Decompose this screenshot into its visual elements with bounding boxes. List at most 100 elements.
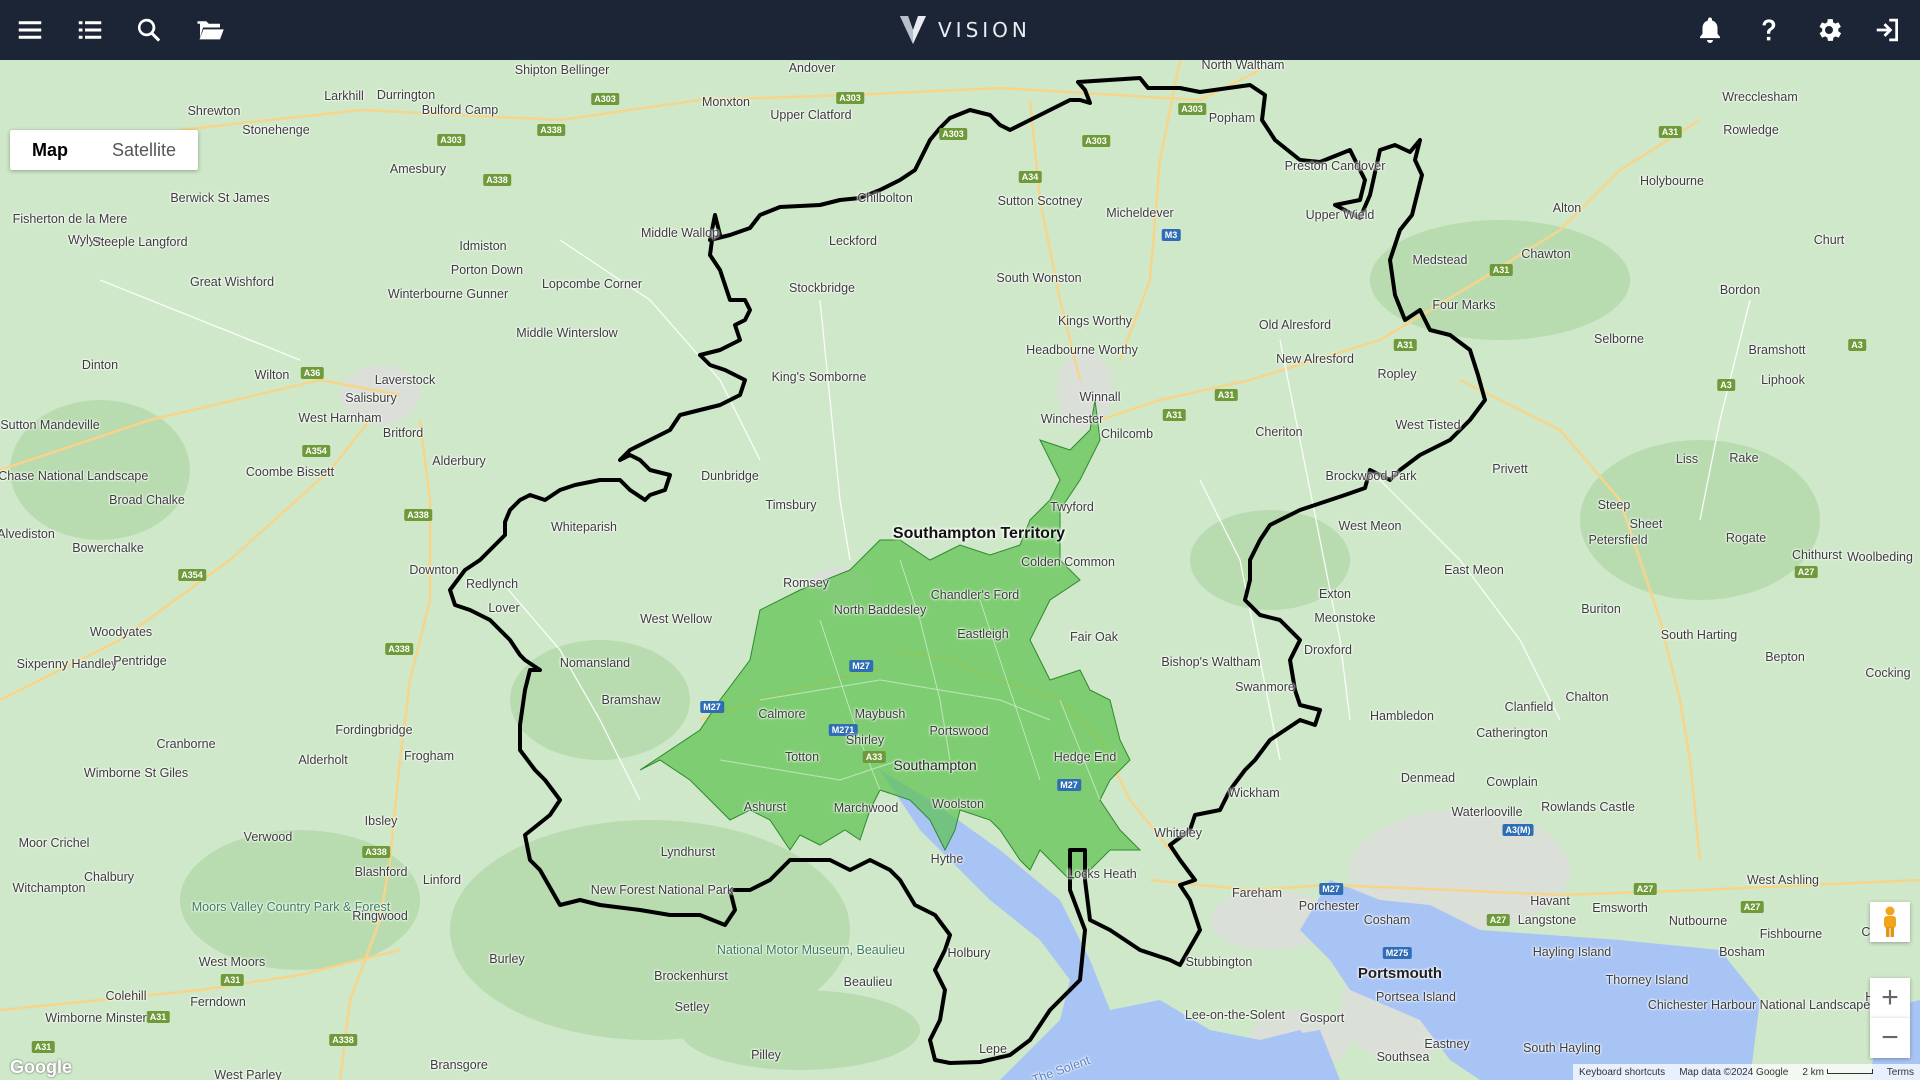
place-label: Meonstoke: [1314, 611, 1376, 625]
road-shield: A3: [1717, 379, 1735, 391]
road-shield: A303: [1082, 135, 1110, 147]
road-shield: A31: [31, 1041, 55, 1053]
list-button[interactable]: [68, 8, 112, 52]
help-button[interactable]: [1747, 8, 1791, 52]
road-shield: M27: [1057, 779, 1081, 791]
menu-icon: [18, 21, 42, 39]
notifications-button[interactable]: [1688, 8, 1732, 52]
search-button[interactable]: [127, 8, 171, 52]
zoom-out-button[interactable]: −: [1870, 1018, 1910, 1058]
place-label: Nutbourne: [1668, 914, 1728, 928]
open-folder-button[interactable]: [188, 8, 232, 52]
place-label: Catherington: [1476, 726, 1548, 740]
place-label: South Harting: [1660, 628, 1738, 642]
place-label: Langstone: [1517, 913, 1577, 927]
place-label: Churt: [1813, 233, 1845, 247]
folder-icon: [197, 21, 224, 40]
road-shield: A354: [178, 569, 206, 581]
place-label: Pentridge: [113, 654, 167, 668]
place-label: Colehill: [105, 989, 147, 1003]
road-shield: A338: [362, 846, 390, 858]
pegman-icon: [1884, 906, 1896, 937]
gear-icon: [1819, 19, 1842, 41]
place-label: Fair Oak: [1070, 630, 1118, 644]
keyboard-shortcuts-link[interactable]: Keyboard shortcuts: [1579, 1067, 1665, 1078]
place-label: Great Wishford: [189, 275, 275, 289]
place-label: Romsey: [783, 576, 829, 590]
place-label: East Meon: [1444, 563, 1504, 577]
scale-bar[interactable]: 2 km: [1802, 1067, 1873, 1078]
place-label: Upper Clatford: [770, 108, 852, 122]
territory-label[interactable]: Southampton Territory: [893, 525, 1065, 543]
place-label: Setley: [674, 1000, 710, 1014]
place-label: Petersfield: [1588, 533, 1648, 547]
search-icon: [137, 18, 161, 42]
app-logo: VISION: [898, 12, 1031, 48]
place-label: Nomansland: [559, 656, 631, 670]
scale-line: [1826, 1069, 1873, 1075]
map-canvas[interactable]: A303 A303 A303 A303 A303 A303 A338 A338 A34 M3 A31…: [0, 60, 1920, 1080]
place-label: Idmiston: [459, 239, 507, 253]
place-label: North Baddesley: [833, 603, 927, 617]
place-label: Porchester: [1298, 899, 1360, 913]
road-shield: A27: [1794, 566, 1818, 578]
road-shield: A31: [1489, 264, 1513, 276]
place-label: Chilbolton: [857, 191, 913, 205]
place-label: Steep: [1597, 498, 1631, 512]
place-label: Salisbury: [345, 391, 397, 405]
place-label: Bowerchalke: [72, 541, 144, 555]
place-label: Alvediston: [0, 527, 55, 541]
place-label: Dinton: [81, 358, 119, 372]
place-label: Headbourne Worthy: [1026, 343, 1138, 357]
settings-button[interactable]: [1807, 8, 1851, 52]
road-shield: A3: [1848, 339, 1866, 351]
place-label: Britford: [382, 426, 424, 440]
zoom-in-button[interactable]: +: [1870, 978, 1910, 1018]
place-label: Cowplain: [1486, 775, 1538, 789]
place-label: Shrewton: [187, 104, 241, 118]
place-label: King's Somborne: [771, 370, 867, 384]
place-label: Whiteparish: [551, 520, 617, 534]
road-shield: A303: [836, 92, 864, 104]
place-label: Fishbourne: [1759, 927, 1823, 941]
place-label: Berwick St James: [170, 191, 270, 205]
place-label: Popham: [1208, 111, 1256, 125]
place-label: Wimborne St Giles: [83, 766, 189, 780]
road-shield: A31: [1162, 409, 1186, 421]
place-label: Woolston: [932, 797, 984, 811]
road-shield: A31: [1214, 389, 1238, 401]
place-label: Ringwood: [352, 909, 408, 923]
place-label: Beaulieu: [843, 975, 893, 989]
place-label: Fisherton de la Mere: [12, 212, 128, 226]
place-label: Liss: [1675, 452, 1699, 466]
place-label: Eastney: [1424, 1037, 1470, 1051]
place-label: Brockenhurst: [654, 969, 728, 983]
place-label: Cosham: [1363, 913, 1411, 927]
place-label: Bordon: [1719, 283, 1761, 297]
map-footer: Keyboard shortcuts Map data ©2024 Google…: [1573, 1064, 1920, 1080]
place-label: Liphook: [1761, 373, 1805, 387]
place-label: Lopcombe Corner: [541, 277, 643, 291]
map-base: [0, 60, 1920, 1080]
place-label: Ropley: [1377, 367, 1417, 381]
place-label: Bosham: [1719, 945, 1765, 959]
place-label: Wrecclesham: [1722, 90, 1798, 104]
place-label: Broad Chalke: [109, 493, 185, 507]
place-label: National Motor Museum, Beaulieu: [716, 943, 906, 957]
terms-link[interactable]: Terms: [1887, 1067, 1914, 1078]
map-type-satellite-button[interactable]: Satellite: [90, 130, 198, 170]
place-label: Bishop's Waltham: [1161, 655, 1261, 669]
logout-button[interactable]: [1866, 8, 1910, 52]
place-label: Chilcomb: [1100, 427, 1154, 441]
place-label: Monxton: [702, 95, 750, 109]
street-view-button[interactable]: [1870, 902, 1910, 942]
place-label: Cranborne Chase National Landscape: [0, 469, 149, 483]
place-label: Emsworth: [1592, 901, 1648, 915]
map-type-map-button[interactable]: Map: [10, 130, 90, 170]
place-label: Middle Wallop: [640, 226, 720, 240]
road-shield: A27: [1633, 883, 1657, 895]
place-label: Waterlooville: [1451, 805, 1523, 819]
menu-button[interactable]: [8, 8, 52, 52]
road-shield: A31: [146, 1011, 170, 1023]
road-shield: A27: [1740, 901, 1764, 913]
